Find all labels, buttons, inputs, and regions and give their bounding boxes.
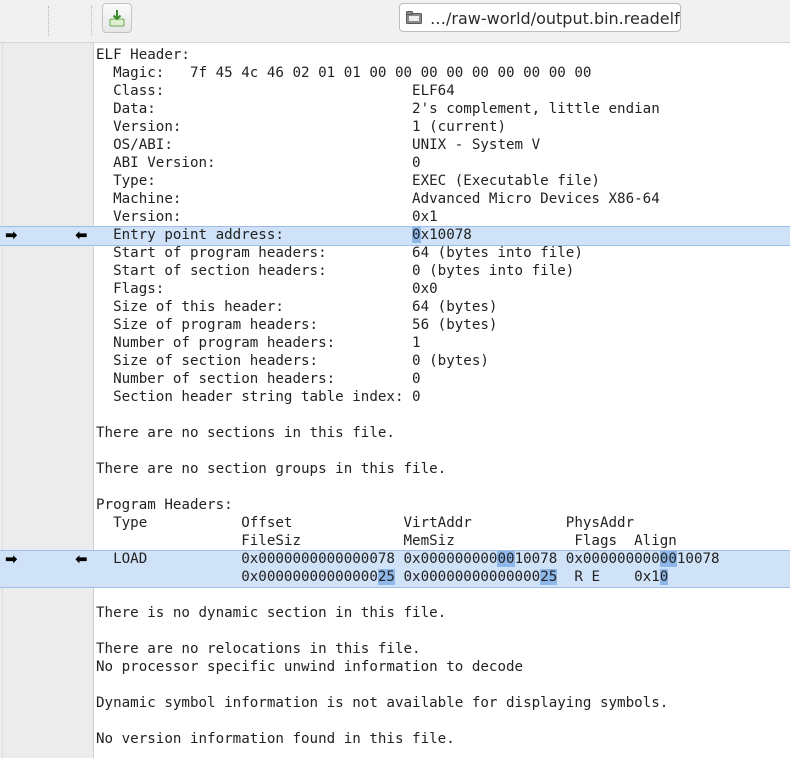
output-line: There are no section groups in this file… <box>96 461 447 477</box>
output-line: No version information found in this fil… <box>96 731 455 747</box>
output-line: ABI Version: 0 <box>96 155 421 171</box>
toolbar: …/raw-world/output.bin.readelf <box>0 0 790 43</box>
changed-chars: 0 <box>412 227 421 243</box>
output-line: Size of this header: 64 (bytes) <box>96 299 498 315</box>
toolbar-separator <box>48 6 49 36</box>
output-line: Entry point address: 0x10078 <box>96 227 472 243</box>
folder-icon <box>406 11 422 24</box>
output-line: There is no dynamic section in this file… <box>96 605 447 621</box>
toolbar-separator <box>91 6 92 36</box>
output-line: Version: 0x1 <box>96 209 438 225</box>
output-line: Start of program headers: 64 (bytes into… <box>96 245 583 261</box>
changed-chars: 25 <box>377 569 395 585</box>
output-line: Flags: 0x0 <box>96 281 438 297</box>
output-line: FileSiz MemSiz Flags Align <box>96 533 677 549</box>
changed-chars: 00 <box>659 551 677 567</box>
output-line: ELF Header: <box>96 47 190 63</box>
output-line: Number of program headers: 1 <box>96 335 421 351</box>
output-line: Version: 1 (current) <box>96 119 506 135</box>
diff-gutter <box>0 43 94 758</box>
output-line: LOAD 0x0000000000000078 0x00000000000100… <box>96 551 720 567</box>
output-line: Size of program headers: 56 (bytes) <box>96 317 498 333</box>
output-line: Size of section headers: 0 (bytes) <box>96 353 489 369</box>
left-arrow-icon[interactable]: ⬅ <box>75 226 88 244</box>
output-line: Magic: 7f 45 4c 46 02 01 01 00 00 00 00 … <box>96 65 592 81</box>
output-line: Type Offset VirtAddr PhysAddr <box>96 515 635 531</box>
right-arrow-icon[interactable]: ➡ <box>5 226 18 244</box>
output-line: There are no sections in this file. <box>96 425 395 441</box>
output-line: OS/ABI: UNIX - System V <box>96 137 541 153</box>
copy-to-editor-button[interactable] <box>102 3 132 33</box>
right-arrow-icon[interactable]: ➡ <box>5 550 18 568</box>
copy-to-editor-icon <box>109 10 125 27</box>
file-path-field[interactable]: …/raw-world/output.bin.readelf <box>399 3 681 32</box>
output-line: Machine: Advanced Micro Devices X86-64 <box>96 191 660 207</box>
file-path-text: …/raw-world/output.bin.readelf <box>430 9 680 28</box>
readelf-output: ELF Header: Magic: 7f 45 4c 46 02 01 01 … <box>96 46 720 748</box>
gutter-divider <box>2 43 3 758</box>
output-line: Dynamic symbol information is not availa… <box>96 695 669 711</box>
output-line: Class: ELF64 <box>96 83 455 99</box>
output-line: Number of section headers: 0 <box>96 371 421 387</box>
output-line: Type: EXEC (Executable file) <box>96 173 600 189</box>
output-line: Program Headers: <box>96 497 233 513</box>
changed-chars: 0 <box>659 569 669 585</box>
output-line: Section header string table index: 0 <box>96 389 421 405</box>
left-arrow-icon[interactable]: ⬅ <box>75 550 88 568</box>
output-line: Data: 2's complement, little endian <box>96 101 660 117</box>
output-line: No processor specific unwind information… <box>96 659 524 675</box>
changed-chars: 00 <box>497 551 515 567</box>
output-line: There are no relocations in this file. <box>96 641 421 657</box>
output-line: Start of section headers: 0 (bytes into … <box>96 263 575 279</box>
changed-chars: 25 <box>540 569 558 585</box>
output-line: 0x0000000000000025 0x0000000000000025 R … <box>96 569 669 585</box>
